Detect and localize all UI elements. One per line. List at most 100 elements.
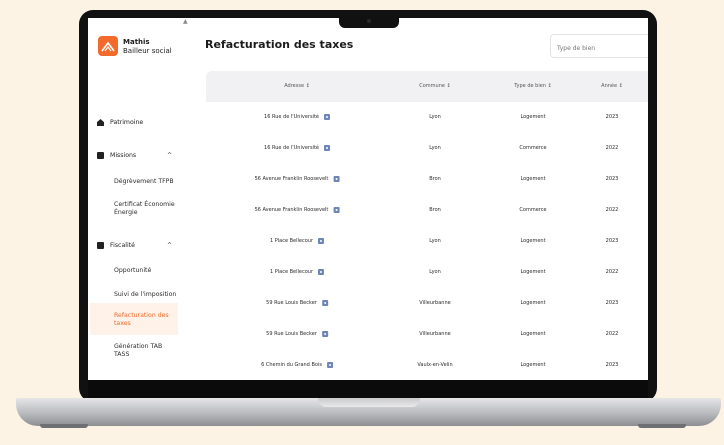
- column-header-commune[interactable]: Commune ↕: [419, 83, 450, 89]
- cell-text: 16 Rue de l'Université: [264, 114, 319, 120]
- table-row[interactable]: 1 Place Bellecour Lyon Logement 2023: [206, 226, 648, 258]
- cell-adresse: 56 Avenue Franklin Roosevelt: [255, 207, 340, 213]
- cell-text: Logement: [520, 331, 546, 337]
- table-row[interactable]: 1 Place Bellecour Lyon Logement 2022: [206, 257, 648, 289]
- map-pin-icon[interactable]: [326, 362, 333, 368]
- sidebar-item-certificat[interactable]: Certificat Économie Énergie: [114, 201, 175, 217]
- cell-text: 1 Place Bellecour: [269, 238, 314, 244]
- cell-adresse: 16 Rue de l'Université: [264, 145, 330, 151]
- cell-text: Vaulx-en-Velin: [417, 362, 453, 368]
- table-header: Adresse ↕ Commune ↕ Type de bien ↕ Année…: [206, 71, 648, 102]
- cell-adresse: 6 Chemin du Grand Bois: [261, 362, 333, 368]
- table-row[interactable]: 59 Rue Louis Becker Villeurbanne Logement 2…: [206, 288, 648, 320]
- brand-name: Mathis: [123, 38, 150, 46]
- type-de-bien-filter[interactable]: [550, 34, 648, 58]
- table-row[interactable]: 59 Rue Louis Becker Villeurbanne Logement 2…: [206, 319, 648, 351]
- sidebar-item-label: taxes: [114, 320, 131, 327]
- taxes-table: Adresse ↕ Commune ↕ Type de bien ↕ Année…: [206, 71, 648, 380]
- map-pin-icon[interactable]: [318, 238, 325, 244]
- cell-text: Bron: [429, 176, 441, 182]
- cell-text: 2023: [605, 114, 619, 120]
- cell-annee: 2022: [606, 331, 619, 337]
- chevron-up-icon: ^: [167, 152, 173, 159]
- cell-type-de-bien: Logement: [520, 176, 545, 182]
- cell-annee: 2023: [606, 238, 619, 244]
- cell-text: Commerce: [519, 145, 547, 151]
- cell-annee: 2022: [606, 207, 619, 213]
- cell-text: 2023: [605, 176, 619, 182]
- sidebar-item-refacturation[interactable]: Refacturation des taxes: [114, 312, 169, 328]
- laptop-foot: [638, 424, 686, 428]
- cell-text: 59 Rue Louis Becker: [266, 331, 317, 337]
- sidebar-item-label: Fiscalité: [110, 242, 135, 249]
- sidebar-item-degrevement[interactable]: Dégrèvement TFPB: [114, 178, 174, 186]
- cell-commune: Lyon: [429, 114, 441, 120]
- cell-commune: Villeurbanne: [419, 300, 450, 306]
- cell-annee: 2023: [606, 114, 619, 120]
- cell-text: Lyon: [429, 238, 441, 244]
- sidebar-item-opportunite[interactable]: Opportunité: [114, 267, 151, 275]
- brand-subtitle: Bailleur social: [123, 47, 172, 55]
- cell-text: 1 Place Bellecour: [269, 269, 314, 275]
- sidebar-item-generation[interactable]: Génération TAB TASS: [114, 343, 162, 359]
- home-icon: [97, 119, 104, 126]
- cell-text: Lyon: [429, 114, 441, 120]
- cell-type-de-bien: Logement: [520, 238, 545, 244]
- map-pin-icon[interactable]: [323, 114, 330, 120]
- cell-type-de-bien: Commerce: [519, 207, 546, 213]
- cell-text: 2023: [605, 300, 619, 306]
- table-row[interactable]: 56 Avenue Franklin Roosevelt Bron Commerce…: [206, 195, 648, 227]
- map-pin-icon[interactable]: [321, 331, 328, 337]
- table-row[interactable]: 56 Avenue Franklin Roosevelt Bron Logement…: [206, 164, 648, 196]
- column-header-adresse[interactable]: Adresse ↕: [284, 83, 310, 89]
- brand-logo-icon: [98, 36, 118, 56]
- app-screen: Mathis Bailleur social Patrimoine Missio…: [88, 18, 648, 380]
- cell-commune: Lyon: [429, 145, 441, 151]
- sidebar-item-missions[interactable]: Missions ^: [97, 152, 177, 159]
- map-pin-icon[interactable]: [323, 145, 330, 151]
- laptop-foot: [40, 424, 88, 428]
- map-pin-icon[interactable]: [333, 176, 340, 182]
- map-pin-icon[interactable]: [318, 269, 325, 275]
- table-row[interactable]: 16 Rue de l'Université Lyon Commerce 2022: [206, 133, 648, 165]
- column-header-type-de-bien[interactable]: Type de bien ↕: [514, 83, 552, 89]
- cell-text: 2023: [605, 362, 619, 368]
- cell-annee: 2022: [606, 145, 619, 151]
- cell-type-de-bien: Logement: [520, 362, 545, 368]
- cell-type-de-bien: Logement: [520, 269, 545, 275]
- cell-adresse: 1 Place Bellecour: [269, 238, 325, 244]
- page-title: Refacturation des taxes: [205, 38, 354, 51]
- column-header-annee[interactable]: Année ↕: [601, 83, 623, 89]
- sidebar-item-fiscalite[interactable]: Fiscalité ^: [97, 242, 177, 249]
- cell-text: Lyon: [429, 269, 441, 275]
- cell-text: 2022: [605, 207, 619, 213]
- type-de-bien-input[interactable]: [557, 45, 647, 52]
- cell-text: Logement: [520, 362, 546, 368]
- cell-text: 2022: [605, 331, 619, 337]
- scroll-up-arrow-icon[interactable]: ▲: [183, 18, 188, 25]
- map-pin-icon[interactable]: [333, 207, 340, 213]
- cell-annee: 2023: [606, 300, 619, 306]
- cell-text: Bron: [429, 207, 441, 213]
- table-row[interactable]: 16 Rue de l'Université Lyon Logement 2023: [206, 102, 648, 134]
- sidebar-item-label: Énergie: [114, 209, 138, 216]
- cell-commune: Lyon: [429, 269, 441, 275]
- cell-text: Logement: [520, 114, 546, 120]
- cell-text: Villeurbanne: [419, 331, 451, 337]
- clipboard-icon: [97, 152, 104, 159]
- sidebar-item-suivi[interactable]: Suivi de l'imposition: [114, 291, 176, 299]
- table-row[interactable]: 6 Chemin du Grand Bois Vaulx-en-Velin Loge…: [206, 350, 648, 380]
- map-pin-icon[interactable]: [321, 300, 328, 306]
- cell-annee: 2022: [606, 269, 619, 275]
- document-icon: [97, 242, 104, 249]
- sidebar-item-patrimoine[interactable]: Patrimoine: [97, 119, 143, 126]
- cell-text: Commerce: [519, 207, 547, 213]
- cell-annee: 2023: [606, 176, 619, 182]
- cell-text: Logement: [520, 300, 546, 306]
- cell-adresse: 59 Rue Louis Becker: [266, 331, 328, 337]
- cell-adresse: 16 Rue de l'Université: [264, 114, 330, 120]
- sidebar-item-label: TASS: [114, 351, 130, 358]
- chevron-up-icon: ^: [167, 242, 173, 249]
- cell-text: 59 Rue Louis Becker: [266, 300, 317, 306]
- cell-text: Logement: [520, 176, 546, 182]
